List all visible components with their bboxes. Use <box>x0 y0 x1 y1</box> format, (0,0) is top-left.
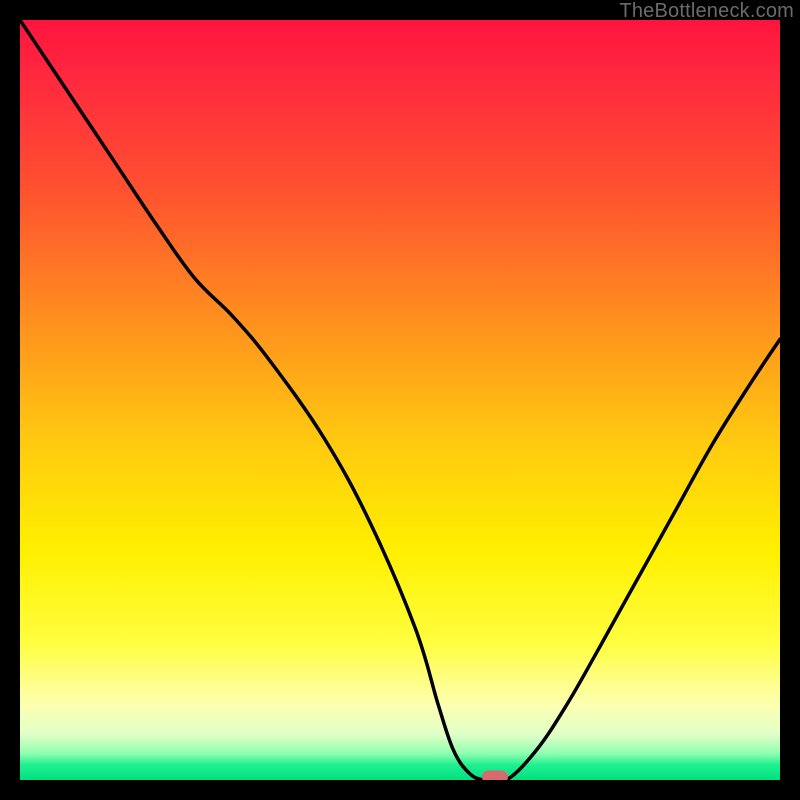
chart-frame: TheBottleneck.com <box>0 0 800 800</box>
optimal-marker <box>482 771 508 781</box>
plot-area <box>20 20 780 780</box>
bottleneck-curve <box>20 20 780 780</box>
